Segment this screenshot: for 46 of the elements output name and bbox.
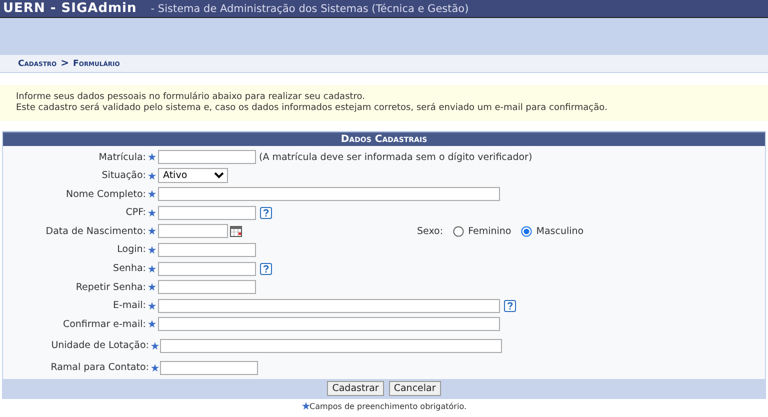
breadcrumb-separator: > xyxy=(60,58,70,69)
text-field[interactable] xyxy=(158,150,256,164)
text-field[interactable] xyxy=(160,338,502,353)
help-icon[interactable] xyxy=(504,300,516,312)
status-dropdown[interactable]: Ativo xyxy=(158,168,228,184)
help-icon[interactable] xyxy=(260,206,272,219)
field-label: Login: xyxy=(116,244,146,256)
field-label: Situação: xyxy=(100,170,146,182)
app-subtitle: - Sistema de Administração dos Sistemas (Técnica e Gestão) xyxy=(150,2,469,14)
field-label: CPF: xyxy=(124,207,146,218)
text-field[interactable] xyxy=(158,280,256,294)
breadcrumb-item: Cadastro xyxy=(18,58,57,68)
gender-radio[interactable]: Feminino xyxy=(453,226,512,237)
cancel-button[interactable]: Cancelar xyxy=(388,380,441,396)
text-field[interactable] xyxy=(158,187,500,202)
field-label: Matrícula: xyxy=(98,152,146,162)
field-label: Ramal para Contato: xyxy=(50,362,149,374)
field-label: Unidade de Lotação: xyxy=(50,340,149,352)
text-field[interactable] xyxy=(158,242,256,257)
text-field[interactable] xyxy=(158,317,500,332)
required-star-icon xyxy=(302,402,310,410)
breadcrumb-item: Formulário xyxy=(73,58,120,68)
submit-button[interactable]: Cadastrar xyxy=(327,380,384,396)
info-text: Informe seus dados pessoais no formulário abaixo para realizar seu cadastro. xyxy=(16,92,366,102)
field-label: Sexo: xyxy=(417,226,444,237)
radio-circle-icon xyxy=(521,226,532,237)
footnote: Campos de preenchimento obrigatório. xyxy=(310,402,466,411)
field-label: E-mail: xyxy=(112,300,146,312)
calendar-icon[interactable] xyxy=(230,226,242,237)
text-field[interactable] xyxy=(158,298,500,313)
text-field[interactable] xyxy=(158,262,256,276)
radio-circle-icon xyxy=(453,226,464,237)
field-hint: (A matrícula deve ser informada sem o dígito verificador) xyxy=(259,152,532,162)
help-icon[interactable] xyxy=(260,262,272,275)
field-label: Senha: xyxy=(112,263,146,274)
app-title: UERN - SIGAdmin xyxy=(3,1,137,16)
text-field[interactable] xyxy=(158,206,256,220)
date-field[interactable] xyxy=(158,224,228,238)
text-field[interactable] xyxy=(160,360,258,375)
field-label: Nome Completo: xyxy=(65,188,146,200)
field-label: Confirmar e-mail: xyxy=(62,318,146,330)
info-text: Este cadastro será validado pelo sistema e, caso os dados informados estejam corretos, será enviado um e-mail para confirmação. xyxy=(16,103,608,114)
form-title: Dados Cadastrais xyxy=(3,132,765,146)
gender-radio[interactable]: Masculino xyxy=(521,226,584,237)
field-label: Repetir Senha: xyxy=(74,282,146,293)
field-label: Data de Nascimento: xyxy=(44,226,146,237)
